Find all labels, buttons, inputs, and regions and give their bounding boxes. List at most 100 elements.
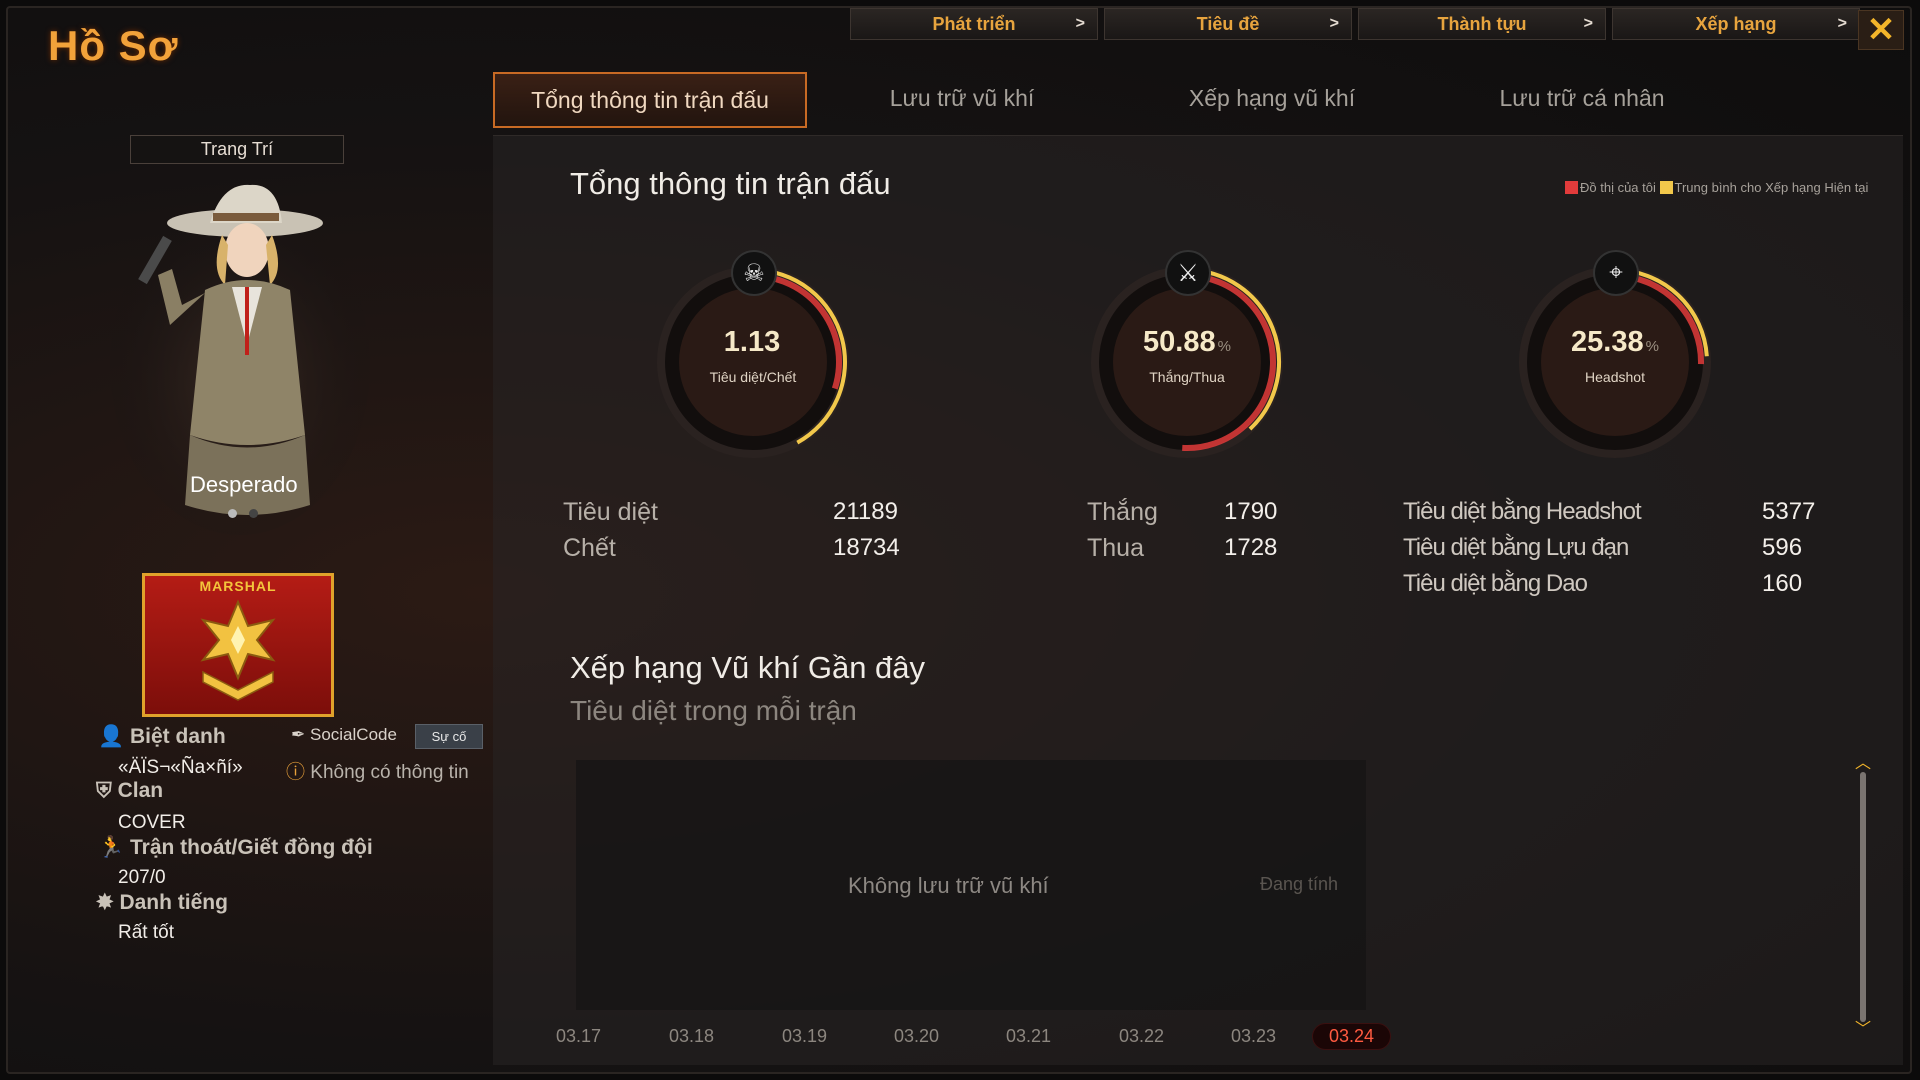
clan-shield-icon: ⛨ — [96, 779, 112, 802]
crosshair-gun-icon: ⌖ — [1593, 250, 1639, 296]
headshot-label: Headshot — [1585, 369, 1645, 385]
nav-achievement-button[interactable]: Thành tựu > — [1358, 8, 1606, 40]
tab-personal-archive[interactable]: Lưu trữ cá nhân — [1427, 72, 1737, 124]
nav-label: Phát triển — [932, 13, 1016, 34]
date-tab-0321[interactable]: 03.21 — [1006, 1026, 1051, 1047]
close-button[interactable]: ✕ — [1858, 10, 1904, 50]
stat-losses-value: 1728 — [1224, 534, 1278, 561]
legend-mine: Đồ thị của tôi — [1580, 180, 1656, 195]
stat-wins-label: Thắng — [1087, 498, 1158, 526]
stat-headshot-kills-label: Tiêu diệt bằng Headshot — [1403, 498, 1642, 525]
date-tab-0320[interactable]: 03.20 — [894, 1026, 939, 1047]
gauge-inner — [679, 288, 827, 436]
reputation-value: Rất tốt — [118, 922, 174, 943]
tab-bar: Tổng thông tin trận đấu Lưu trữ vũ khí X… — [493, 72, 1737, 128]
chevron-right-icon: > — [1837, 15, 1847, 32]
question-icon: ⓘ — [286, 762, 306, 783]
socialcode-label: ✒ SocialCode — [291, 725, 397, 744]
headshot-value: 25.38% — [1571, 326, 1659, 358]
app-title: Hồ Sơ — [48, 22, 179, 69]
star-burst-icon: ✸ — [96, 891, 114, 914]
date-tab-0317[interactable]: 03.17 — [556, 1026, 601, 1047]
stat-kills-value: 21189 — [833, 498, 898, 525]
legend-swatch-mine — [1565, 181, 1578, 194]
tab-match-summary[interactable]: Tổng thông tin trận đấu — [493, 72, 807, 128]
weapon-rank-title: Xếp hạng Vũ khí Gần đây — [570, 650, 926, 685]
stat-wins-value: 1790 — [1224, 498, 1278, 525]
stat-knife-kills-value: 160 — [1762, 570, 1803, 597]
decorate-button[interactable]: Trang Trí — [130, 135, 344, 164]
gauge-inner — [1541, 288, 1689, 436]
chevron-right-icon: > — [1075, 15, 1085, 32]
top-nav: Phát triển > Tiêu đề > Thành tựu > Xếp h… — [850, 8, 1860, 40]
nickname-value: «ÄÏS¬«Ña×ñí» — [118, 757, 243, 778]
scroll-down-icon[interactable]: ﹀ — [1854, 1022, 1872, 1038]
calculating-status: Đang tính — [1260, 874, 1339, 894]
tab-weapon-archive[interactable]: Lưu trữ vũ khí — [807, 72, 1117, 124]
user-icon: 👤 — [98, 725, 125, 748]
date-tab-0318[interactable]: 03.18 — [669, 1026, 714, 1047]
character-name: Desperado — [190, 472, 298, 497]
winrate-value: 50.88% — [1143, 326, 1231, 358]
kd-value: 1.13 — [723, 326, 781, 358]
close-icon: ✕ — [1866, 11, 1896, 49]
socialcode-value: ⓘ Không có thông tin — [286, 762, 469, 783]
stat-losses-label: Thua — [1087, 534, 1144, 562]
nav-label: Thành tựu — [1437, 13, 1527, 34]
nickname-label: 👤 Biệt danh — [98, 725, 226, 748]
chart-legend: Đồ thị của tôi Trung bình cho Xếp hạng H… — [1565, 180, 1885, 195]
scroll-track[interactable] — [1860, 772, 1866, 1022]
clan-value: COVER — [118, 812, 186, 833]
winrate-label: Thắng/Thua — [1149, 369, 1225, 385]
chevron-right-icon: > — [1583, 15, 1593, 32]
character-carousel-dots — [228, 509, 258, 518]
skull-icon: ☠ — [731, 250, 777, 296]
gauge-inner — [1113, 288, 1261, 436]
stat-deaths-value: 18734 — [833, 534, 900, 561]
nav-label: Xếp hạng — [1695, 13, 1777, 34]
stat-grenade-kills-value: 596 — [1762, 534, 1803, 561]
running-figure-icon: 🏃 — [98, 836, 125, 859]
legend-swatch-avg — [1659, 181, 1673, 194]
stat-headshot-kills-value: 5377 — [1762, 498, 1816, 525]
carousel-dot[interactable] — [249, 509, 258, 518]
date-tab-0323[interactable]: 03.23 — [1231, 1026, 1276, 1047]
kd-label: Tiêu diệt/Chết — [709, 369, 797, 385]
date-tab-0322[interactable]: 03.22 — [1119, 1026, 1164, 1047]
date-tab-0324-selected[interactable]: 03.24 — [1312, 1023, 1392, 1050]
tab-label: Lưu trữ vũ khí — [889, 84, 1035, 111]
empty-chart-message: Không lưu trữ vũ khí — [848, 873, 1049, 898]
weapon-rank-subtitle: Tiêu diệt trong mỗi trận — [570, 695, 857, 726]
stat-grenade-kills-label: Tiêu diệt bằng Lựu đạn — [1403, 534, 1629, 561]
escape-label: 🏃 Trận thoát/Giết đồng đội — [98, 836, 373, 859]
headshot-gauge: ⌖ 25.38% Headshot — [1505, 250, 1725, 472]
escape-value: 207/0 — [118, 867, 166, 888]
nav-label: Tiêu đề — [1196, 13, 1260, 34]
scroll-up-icon[interactable]: ︿ — [1854, 756, 1872, 772]
carousel-dot[interactable] — [228, 509, 237, 518]
nav-development-button[interactable]: Phát triển > — [850, 8, 1098, 40]
date-tab-0319[interactable]: 03.19 — [782, 1026, 827, 1047]
socialcode-report-button[interactable]: Sự cố — [415, 724, 483, 749]
winrate-gauge: ⚔ 50.88% Thắng/Thua — [1077, 250, 1297, 472]
clan-label: ⛨ Clan — [96, 779, 164, 802]
chevron-right-icon: > — [1329, 15, 1339, 32]
tab-label: Xếp hạng vũ khí — [1188, 84, 1356, 111]
tab-weapon-ranking[interactable]: Xếp hạng vũ khí — [1117, 72, 1427, 124]
nav-title-button[interactable]: Tiêu đề > — [1104, 8, 1352, 40]
tab-label: Tổng thông tin trận đấu — [531, 86, 769, 113]
stat-knife-kills-label: Tiêu diệt bằng Dao — [1403, 570, 1588, 597]
rank-badge: MARSHAL — [142, 573, 334, 717]
kd-gauge: ☠ 1.13 Tiêu diệt/Chết — [643, 250, 863, 472]
legend-avg: Trung bình cho Xếp hạng Hiện tại — [1674, 180, 1869, 195]
feather-icon: ✒ — [291, 725, 306, 744]
scrollbar[interactable]: ︿ ﹀ — [1854, 756, 1872, 1038]
crossed-swords-icon: ⚔ — [1165, 250, 1211, 296]
nav-ranking-button[interactable]: Xếp hạng > — [1612, 8, 1860, 40]
reputation-label: ✸ Danh tiếng — [96, 891, 228, 914]
stat-kills-label: Tiêu diệt — [563, 498, 658, 526]
rank-star-icon — [200, 599, 276, 701]
stat-deaths-label: Chết — [563, 534, 616, 562]
tab-label: Lưu trữ cá nhân — [1499, 84, 1665, 111]
summary-title: Tổng thông tin trận đấu — [570, 166, 891, 201]
